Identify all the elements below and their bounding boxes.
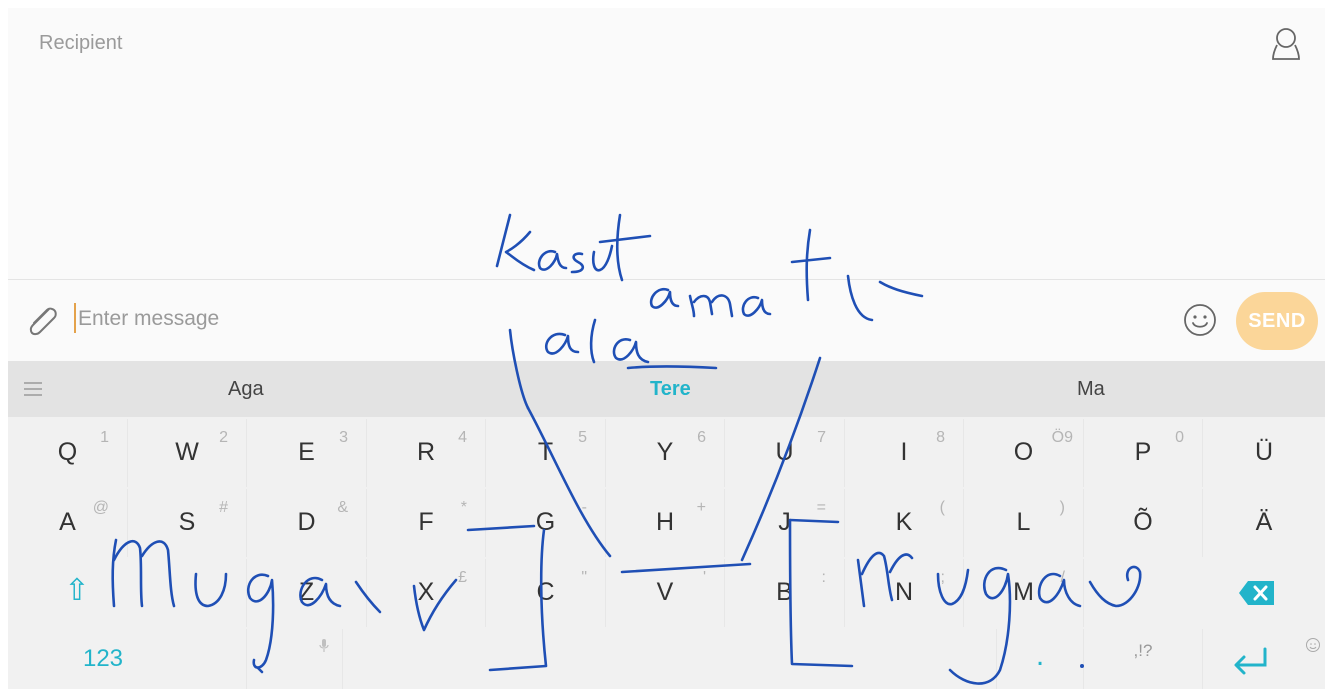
paperclip-icon[interactable]	[22, 300, 62, 340]
key-x[interactable]: X £	[367, 559, 486, 627]
key-g[interactable]: G-	[486, 489, 606, 557]
key-y[interactable]: Y6	[606, 419, 725, 487]
key-n[interactable]: N;	[845, 559, 964, 627]
recipient-bar[interactable]: Recipient	[8, 8, 1325, 79]
key-e[interactable]: E3	[247, 419, 367, 487]
send-button[interactable]: SEND	[1236, 292, 1318, 350]
key-k[interactable]: K(	[845, 489, 964, 557]
punctuation-key[interactable]: ,!?	[1084, 629, 1203, 689]
key-p[interactable]: P0	[1084, 419, 1203, 487]
backspace-icon	[1239, 581, 1274, 605]
keyboard: Aga Tere Ma Q1 W2 E3 R4 T5 Y6 U7 I8 O Ö9 …	[8, 361, 1325, 689]
compose-bar: SEND	[8, 280, 1325, 361]
enter-key[interactable]: ↵	[1203, 629, 1325, 689]
text-cursor	[74, 303, 76, 333]
messaging-app: Recipient SEND Aga Tere M	[8, 8, 1325, 689]
message-thread	[8, 78, 1325, 280]
key-i[interactable]: I8	[845, 419, 964, 487]
person-icon[interactable]	[1269, 25, 1303, 63]
key-w[interactable]: W2	[128, 419, 247, 487]
key-a[interactable]: A @	[8, 489, 128, 557]
suggestion-bar: Aga Tere Ma	[8, 361, 1325, 417]
key-c[interactable]: C "	[486, 559, 606, 627]
emoji-key-icon[interactable]	[1305, 637, 1321, 653]
key-h[interactable]: H +	[606, 489, 725, 557]
key-o-tilde[interactable]: Õ	[1084, 489, 1203, 557]
backspace-key[interactable]: ⌫	[1084, 559, 1325, 627]
key-v[interactable]: V '	[606, 559, 725, 627]
key-m[interactable]: M /	[964, 559, 1084, 627]
key-l[interactable]: L)	[964, 489, 1084, 557]
message-input[interactable]	[78, 302, 778, 336]
shift-icon: ⇧	[64, 574, 90, 607]
recipient-field[interactable]: Recipient	[39, 32, 122, 55]
key-t[interactable]: T5	[486, 419, 606, 487]
shift-key[interactable]: ⇧	[8, 559, 247, 627]
key-b[interactable]: B:	[725, 559, 845, 627]
space-bar[interactable]	[343, 629, 997, 689]
key-u-umlaut[interactable]: Ü	[1203, 419, 1325, 487]
key-u[interactable]: U7	[725, 419, 845, 487]
key-d[interactable]: D &	[247, 489, 367, 557]
microphone-icon	[319, 639, 329, 652]
smiley-icon[interactable]	[1182, 302, 1218, 338]
enter-icon	[1234, 647, 1267, 675]
voice-key[interactable]	[247, 629, 343, 689]
key-j[interactable]: J =	[725, 489, 845, 557]
suggestion-3[interactable]: Ma	[1077, 378, 1105, 401]
key-s[interactable]: S #	[128, 489, 247, 557]
key-q[interactable]: Q1	[8, 419, 128, 487]
key-r[interactable]: R4	[367, 419, 486, 487]
menu-icon[interactable]	[24, 382, 42, 396]
suggestion-2[interactable]: Tere	[650, 378, 691, 401]
key-a-umlaut[interactable]: Ä	[1203, 489, 1325, 557]
key-f[interactable]: F *	[367, 489, 486, 557]
key-o[interactable]: O Ö9	[964, 419, 1084, 487]
key-z[interactable]: Z	[247, 559, 367, 627]
symbols-key[interactable]: 123	[8, 629, 247, 689]
period-key[interactable]: .	[997, 629, 1084, 689]
suggestion-1[interactable]: Aga	[228, 378, 264, 401]
